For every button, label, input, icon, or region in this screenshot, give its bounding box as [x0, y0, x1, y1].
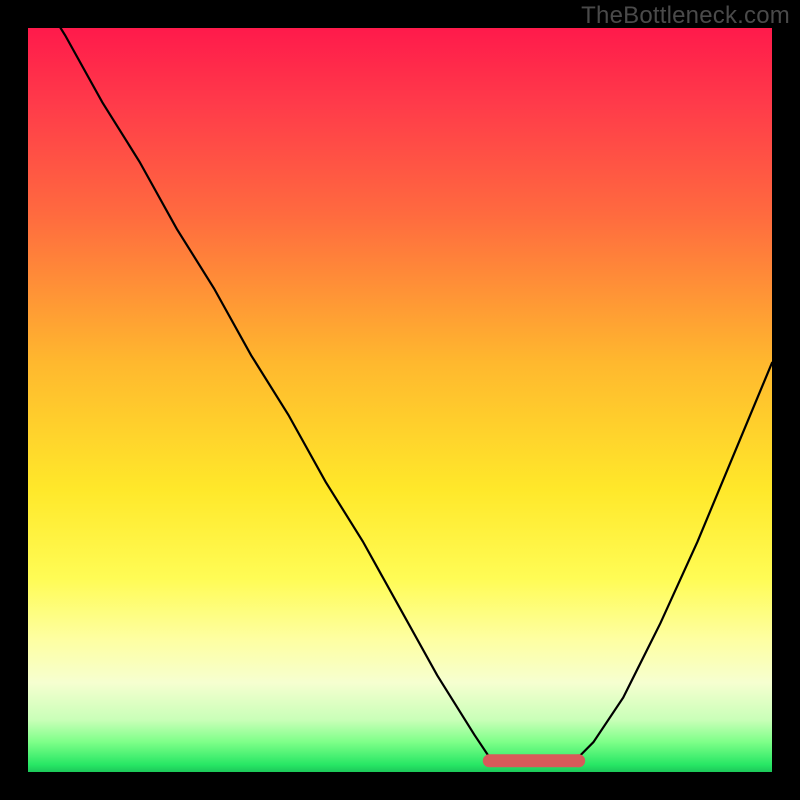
plot-area — [28, 28, 772, 772]
curve-layer — [28, 28, 772, 772]
bottleneck-curve — [28, 28, 772, 765]
optimal-zone-end-dot — [572, 754, 585, 767]
chart-frame: TheBottleneck.com — [0, 0, 800, 800]
watermark-text: TheBottleneck.com — [581, 2, 790, 30]
